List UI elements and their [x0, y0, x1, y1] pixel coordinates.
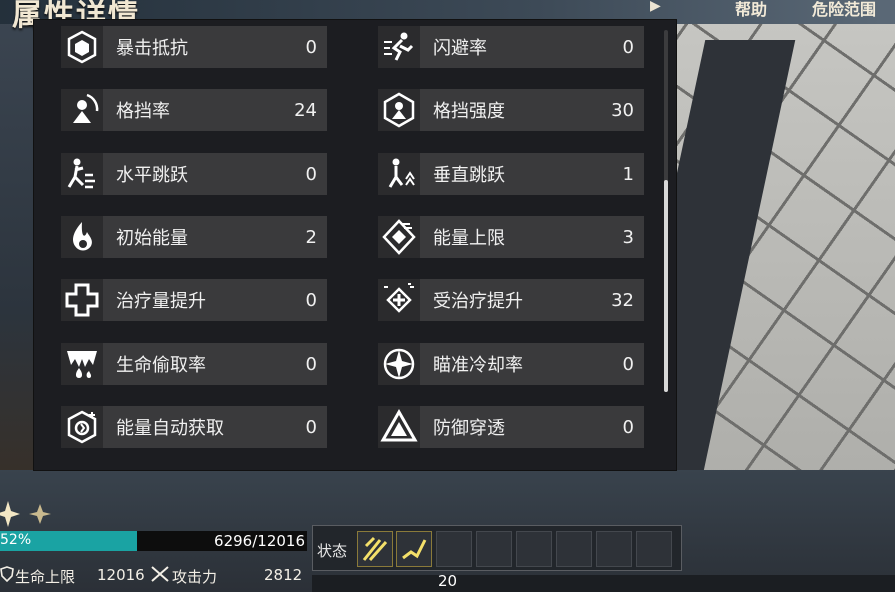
stat-value: 0	[305, 36, 317, 58]
skill-bar: 20	[312, 572, 895, 592]
stat-value: 32	[611, 289, 634, 311]
empty-status-slot[interactable]	[476, 531, 512, 567]
stat-label: 格挡率	[116, 101, 170, 122]
stat-label: 瞄准冷却率	[433, 355, 523, 376]
stat-row[interactable]: 格挡强度 30	[378, 89, 644, 131]
healing-boost-icon	[61, 279, 103, 321]
stat-label: 生命偷取率	[116, 355, 206, 376]
stat-label: 初始能量	[116, 228, 188, 249]
stat-label: 水平跳跃	[116, 165, 188, 186]
scrollbar-thumb[interactable]	[664, 180, 668, 392]
empty-status-slot[interactable]	[516, 531, 552, 567]
status-buff-slot[interactable]	[357, 531, 393, 567]
stat-value: 0	[305, 289, 317, 311]
empty-status-slot[interactable]	[636, 531, 672, 567]
attack-value: 2812	[264, 566, 303, 584]
energy-cap-icon	[378, 216, 420, 258]
stat-label: 格挡强度	[433, 101, 505, 122]
empty-status-slot[interactable]	[436, 531, 472, 567]
received-heal-icon	[378, 279, 420, 321]
stat-value: 30	[611, 99, 634, 121]
attack-label: 攻击力	[172, 568, 218, 586]
stat-value: 0	[622, 36, 634, 58]
stat-label: 受治疗提升	[433, 291, 523, 312]
stat-value: 0	[305, 353, 317, 375]
danger-range-button[interactable]: 危险范围	[812, 0, 876, 20]
energy-regen-icon	[61, 406, 103, 448]
stat-value: 0	[305, 163, 317, 185]
stat-label: 暴击抵抗	[116, 38, 188, 59]
defense-pierce-icon	[378, 406, 420, 448]
horizontal-jump-icon	[61, 153, 103, 195]
block-rate-icon	[61, 89, 103, 131]
stat-row[interactable]: 受治疗提升 32	[378, 279, 644, 321]
stat-value: 0	[622, 353, 634, 375]
vertical-jump-icon	[378, 153, 420, 195]
stat-row[interactable]: 格挡率 24	[61, 89, 327, 131]
stat-label: 能量自动获取	[116, 418, 224, 439]
initial-energy-icon	[61, 216, 103, 258]
stat-value: 0	[305, 416, 317, 438]
star-rating	[0, 499, 60, 533]
stat-value: 0	[622, 416, 634, 438]
block-strength-icon	[378, 89, 420, 131]
stat-row[interactable]: 生命偷取率 0	[61, 343, 327, 385]
status-buff-slot[interactable]	[396, 531, 432, 567]
stat-label: 防御穿透	[433, 418, 505, 439]
help-button[interactable]: 帮助	[735, 0, 767, 20]
stat-row[interactable]: 能量上限 3	[378, 216, 644, 258]
stat-row[interactable]: 闪避率 0	[378, 26, 644, 68]
stat-row[interactable]: 治疗量提升 0	[61, 279, 327, 321]
stat-label: 垂直跳跃	[433, 165, 505, 186]
stat-row[interactable]: 垂直跳跃 1	[378, 153, 644, 195]
stat-label: 闪避率	[433, 38, 487, 59]
empty-status-slot[interactable]	[596, 531, 632, 567]
crossed-swords-icon	[150, 566, 170, 586]
max-hp-label: 生命上限	[15, 568, 76, 586]
crit-resist-icon	[61, 26, 103, 68]
max-hp-value: 12016	[97, 566, 145, 584]
stat-value: 24	[294, 99, 317, 121]
stat-value: 1	[622, 163, 634, 185]
stat-row[interactable]: 初始能量 2	[61, 216, 327, 258]
stat-value: 3	[622, 226, 634, 248]
stat-value: 2	[305, 226, 317, 248]
dodge-icon	[378, 26, 420, 68]
status-label: 状态	[317, 542, 348, 560]
lifesteal-icon	[61, 343, 103, 385]
stat-label: 能量上限	[433, 228, 505, 249]
empty-status-slot[interactable]	[556, 531, 592, 567]
skill-counter: 20	[438, 572, 458, 590]
shield-icon	[0, 566, 14, 586]
stat-row[interactable]: 能量自动获取 0	[61, 406, 327, 448]
hp-value: 6296/12016	[214, 532, 305, 550]
stat-row[interactable]: 暴击抵抗 0	[61, 26, 327, 68]
stat-row[interactable]: 瞄准冷却率 0	[378, 343, 644, 385]
stat-row[interactable]: 防御穿透 0	[378, 406, 644, 448]
aim-cooldown-icon	[378, 343, 420, 385]
hp-percent: 52%	[0, 532, 32, 548]
play-icon[interactable]: ▶	[650, 0, 661, 14]
stat-row[interactable]: 水平跳跃 0	[61, 153, 327, 195]
stat-label: 治疗量提升	[116, 291, 206, 312]
